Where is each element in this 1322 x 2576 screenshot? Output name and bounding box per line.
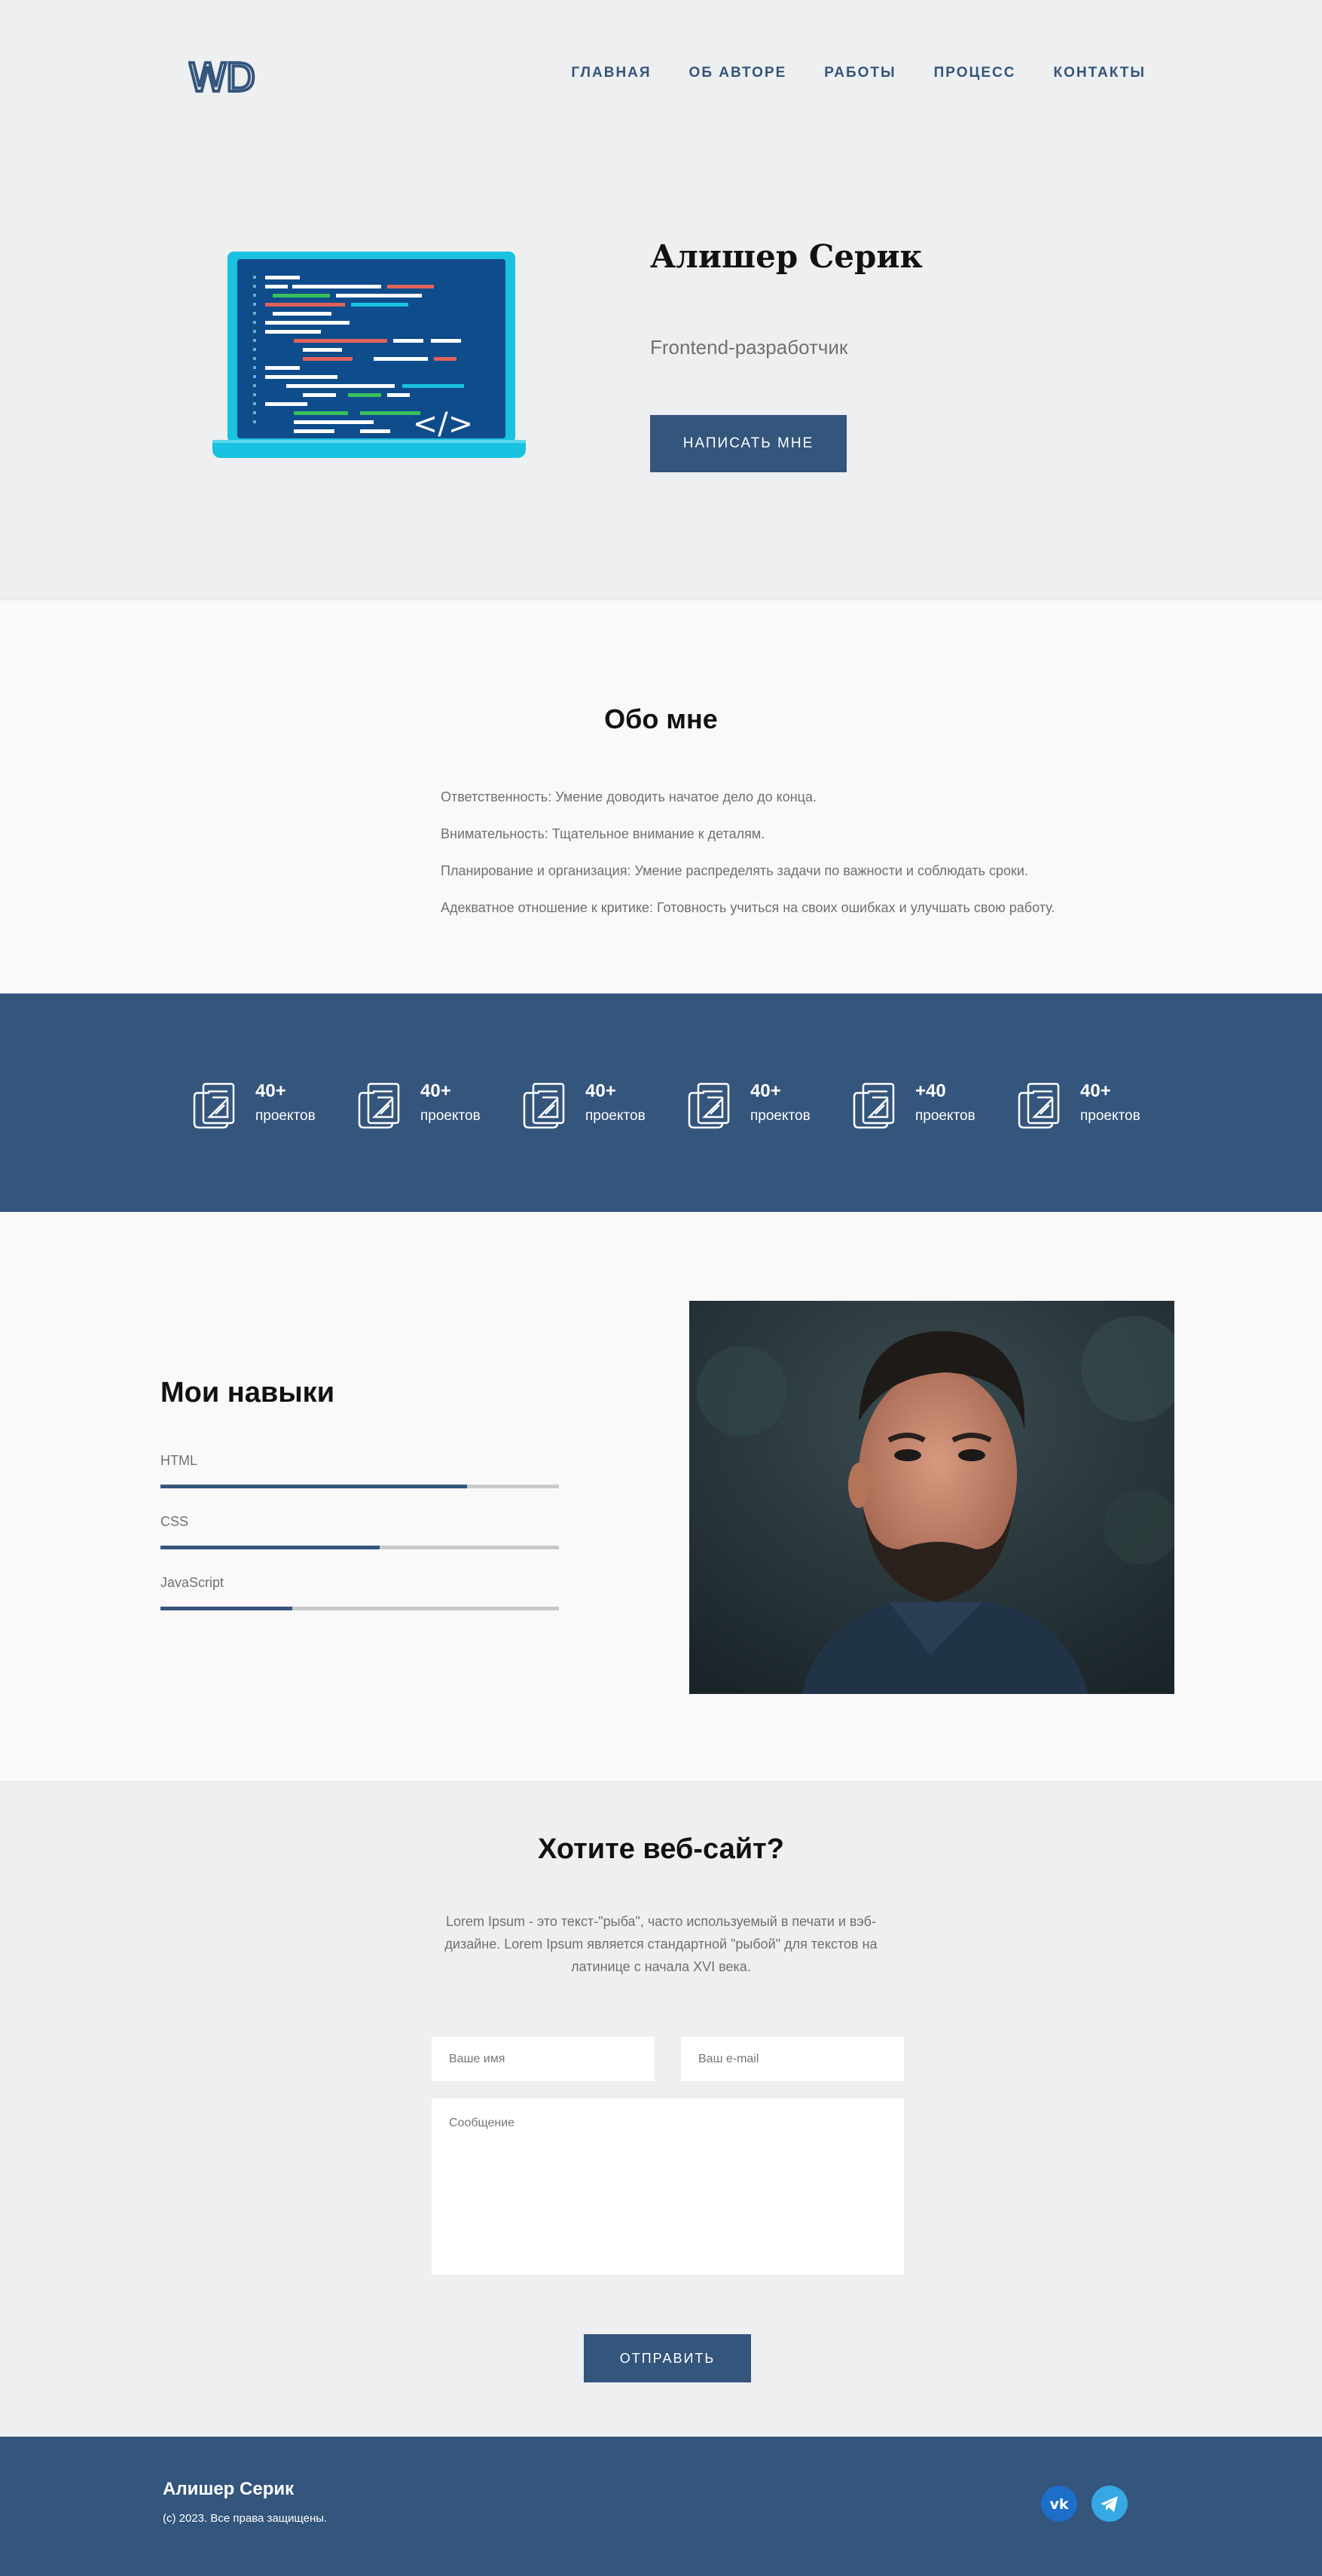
stat-value: 40+ — [750, 1081, 781, 1101]
stat-value: 40+ — [420, 1081, 451, 1101]
nav-works[interactable]: Работы — [824, 65, 896, 81]
skill-progress-bar — [160, 1546, 559, 1549]
telegram-icon[interactable] — [1091, 2486, 1128, 2522]
stat-item: 40+ проектов — [358, 1079, 508, 1132]
about-item: Внимательность: Тщательное внимание к де… — [441, 826, 765, 841]
svg-text:WD: WD — [188, 56, 254, 97]
skills-section: Мои навыки HTML CSS JavaScript — [0, 1212, 1322, 1781]
main-nav: Главная Об авторе Работы Процесс Контакт… — [571, 65, 1146, 81]
hero-name: Алишер Серик — [650, 238, 923, 275]
email-input[interactable] — [681, 2037, 904, 2081]
blueprint-icon — [853, 1082, 895, 1129]
blueprint-icon — [688, 1082, 730, 1129]
skill-name: HTML — [160, 1453, 197, 1468]
stat-label: проектов — [255, 1108, 316, 1124]
skill-progress-bar — [160, 1607, 559, 1610]
stats-row: 40+ проектов 40+ проектов 40+ проектов 40+ прое… — [193, 1079, 1142, 1132]
stat-label: проектов — [1080, 1108, 1140, 1124]
contact-section: Хотите веб-сайт? Lorem Ipsum - это текст… — [0, 1781, 1322, 2437]
skill-progress-fill — [160, 1607, 292, 1610]
skill-name: JavaScript — [160, 1575, 224, 1590]
nav-about[interactable]: Об авторе — [689, 65, 787, 81]
vk-icon[interactable]: vk — [1041, 2486, 1077, 2522]
message-textarea[interactable] — [432, 2098, 904, 2275]
about-section: Обо мне Ответственность: Умение доводить… — [0, 600, 1322, 993]
stat-label: проектов — [750, 1108, 811, 1124]
hero-role: Frontend-разработчик — [650, 336, 848, 359]
footer-copyright: (с) 2023. Все права защищены. — [163, 2512, 328, 2525]
stat-item: 40+ проектов — [1018, 1079, 1168, 1132]
about-title: Обо мне — [604, 704, 718, 734]
stat-value: 40+ — [1080, 1081, 1111, 1101]
skill-progress-bar — [160, 1485, 559, 1488]
skill-item: HTML — [160, 1453, 559, 1488]
name-input[interactable] — [432, 2037, 655, 2081]
contact-description: Lorem Ipsum - это текст-"рыба", часто ис… — [444, 1914, 878, 1974]
svg-text:vk: vk — [1049, 2496, 1068, 2513]
skill-progress-fill — [160, 1485, 468, 1488]
site-header: WD Главная Об авторе Работы Процесс Конт… — [0, 0, 1322, 151]
about-item: Адекватное отношение к критике: Готовнос… — [441, 900, 1055, 915]
stat-item: 40+ проектов — [688, 1079, 838, 1132]
hero-section: WD Главная Об авторе Работы Процесс Конт… — [0, 0, 1322, 600]
skill-item: CSS — [160, 1514, 559, 1549]
about-item: Планирование и организация: Умение распр… — [441, 863, 1028, 878]
blueprint-icon — [523, 1082, 565, 1129]
stat-item: 40+ проектов — [523, 1079, 673, 1132]
stat-label: проектов — [420, 1108, 481, 1124]
about-list: Ответственность: Умение доводить начатое… — [441, 787, 1055, 935]
skill-name: CSS — [160, 1514, 189, 1529]
skill-progress-fill — [160, 1546, 380, 1549]
about-item: Ответственность: Умение доводить начатое… — [441, 789, 817, 804]
stat-value: 40+ — [255, 1081, 286, 1101]
footer-name: Алишер Серик — [163, 2479, 295, 2499]
laptop-code-illustration: </> — [212, 252, 526, 458]
send-button[interactable]: Отправить — [584, 2334, 751, 2382]
blueprint-icon — [358, 1082, 400, 1129]
stat-value: 40+ — [585, 1081, 616, 1101]
stat-label: проектов — [915, 1108, 975, 1124]
nav-home[interactable]: Главная — [571, 65, 651, 81]
stats-section: 40+ проектов 40+ проектов 40+ проектов 40+ прое… — [0, 993, 1322, 1212]
nav-process[interactable]: Процесс — [934, 65, 1016, 81]
blueprint-icon — [193, 1082, 235, 1129]
skills-title: Мои навыки — [160, 1377, 335, 1409]
svg-text:</>: </> — [413, 407, 474, 441]
stat-item: +40 проектов — [853, 1079, 1003, 1132]
contact-title: Хотите веб-сайт? — [538, 1833, 784, 1865]
stat-value: +40 — [915, 1081, 946, 1101]
blueprint-icon — [1018, 1082, 1060, 1129]
write-me-button[interactable]: Написать мне — [650, 415, 847, 472]
profile-photo — [689, 1301, 1174, 1694]
site-footer: Алишер Серик (с) 2023. Все права защищен… — [0, 2437, 1322, 2576]
stat-label: проектов — [585, 1108, 646, 1124]
logo[interactable]: WD — [188, 56, 267, 97]
nav-contacts[interactable]: Контакты — [1053, 65, 1146, 81]
skill-item: JavaScript — [160, 1575, 559, 1610]
stat-item: 40+ проектов — [193, 1079, 343, 1132]
